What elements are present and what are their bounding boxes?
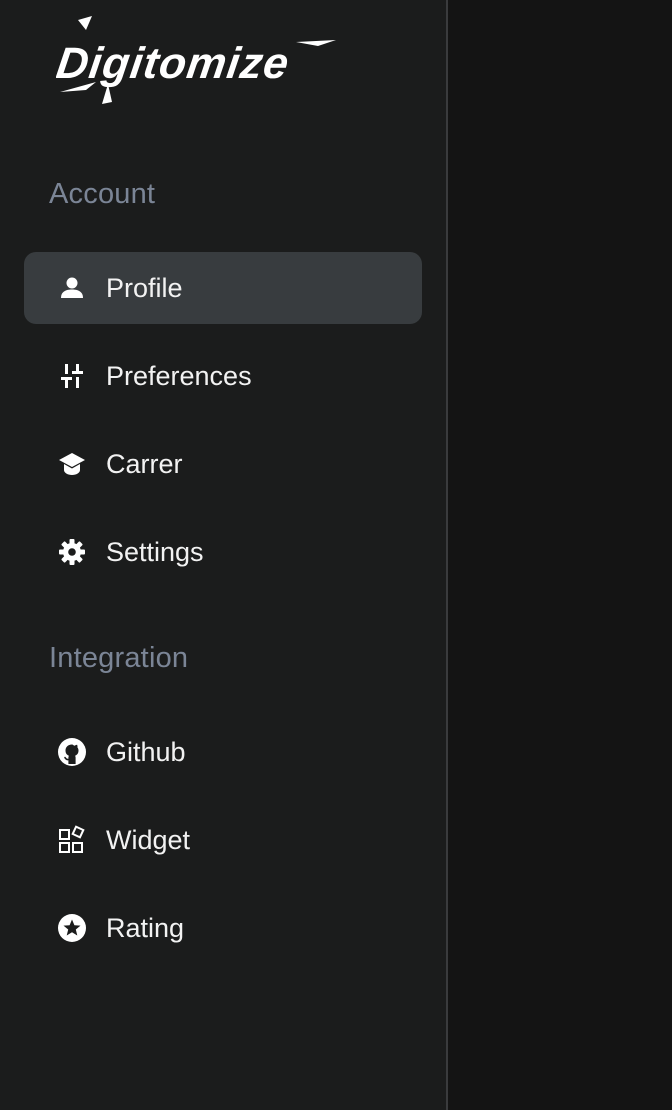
sidebar-item-label: Settings [106, 537, 204, 567]
sidebar-item-carrer[interactable]: Carrer [24, 428, 422, 500]
sidebar-item-settings[interactable]: Settings [24, 516, 422, 588]
widget-icon [56, 824, 88, 856]
gear-icon [56, 536, 88, 568]
sidebar-item-label: Rating [106, 913, 185, 943]
sidebar-item-widget[interactable]: Widget [24, 804, 422, 876]
sidebar-item-label: Profile [106, 273, 183, 303]
sidebar-item-profile[interactable]: Profile [24, 252, 422, 324]
section-title-integration: Integration [49, 642, 189, 674]
sidebar-item-github[interactable]: Github [24, 716, 422, 788]
star-circle-icon [56, 912, 88, 944]
settings-sidebar: Digitomize Account Profile Preferences C… [0, 0, 448, 1110]
sidebar-item-label: Github [106, 737, 186, 767]
sidebar-item-label: Preferences [106, 361, 252, 391]
main-content-area [448, 0, 672, 1110]
sliders-icon [56, 360, 88, 392]
logo-wordmark: Digitomize [56, 39, 293, 88]
section-title-account: Account [49, 178, 156, 210]
person-icon [56, 272, 88, 304]
github-icon [56, 736, 88, 768]
sidebar-item-label: Carrer [106, 449, 183, 479]
digitomize-logo[interactable]: Digitomize [53, 12, 346, 108]
app-window: Digitomize Account Profile Preferences C… [0, 0, 672, 1110]
sidebar-item-label: Widget [106, 825, 191, 855]
digitomize-logo-graphic: Digitomize [53, 16, 336, 104]
sidebar-item-rating[interactable]: Rating [24, 892, 422, 964]
graduation-cap-icon [56, 448, 88, 480]
sidebar-item-preferences[interactable]: Preferences [24, 340, 422, 412]
